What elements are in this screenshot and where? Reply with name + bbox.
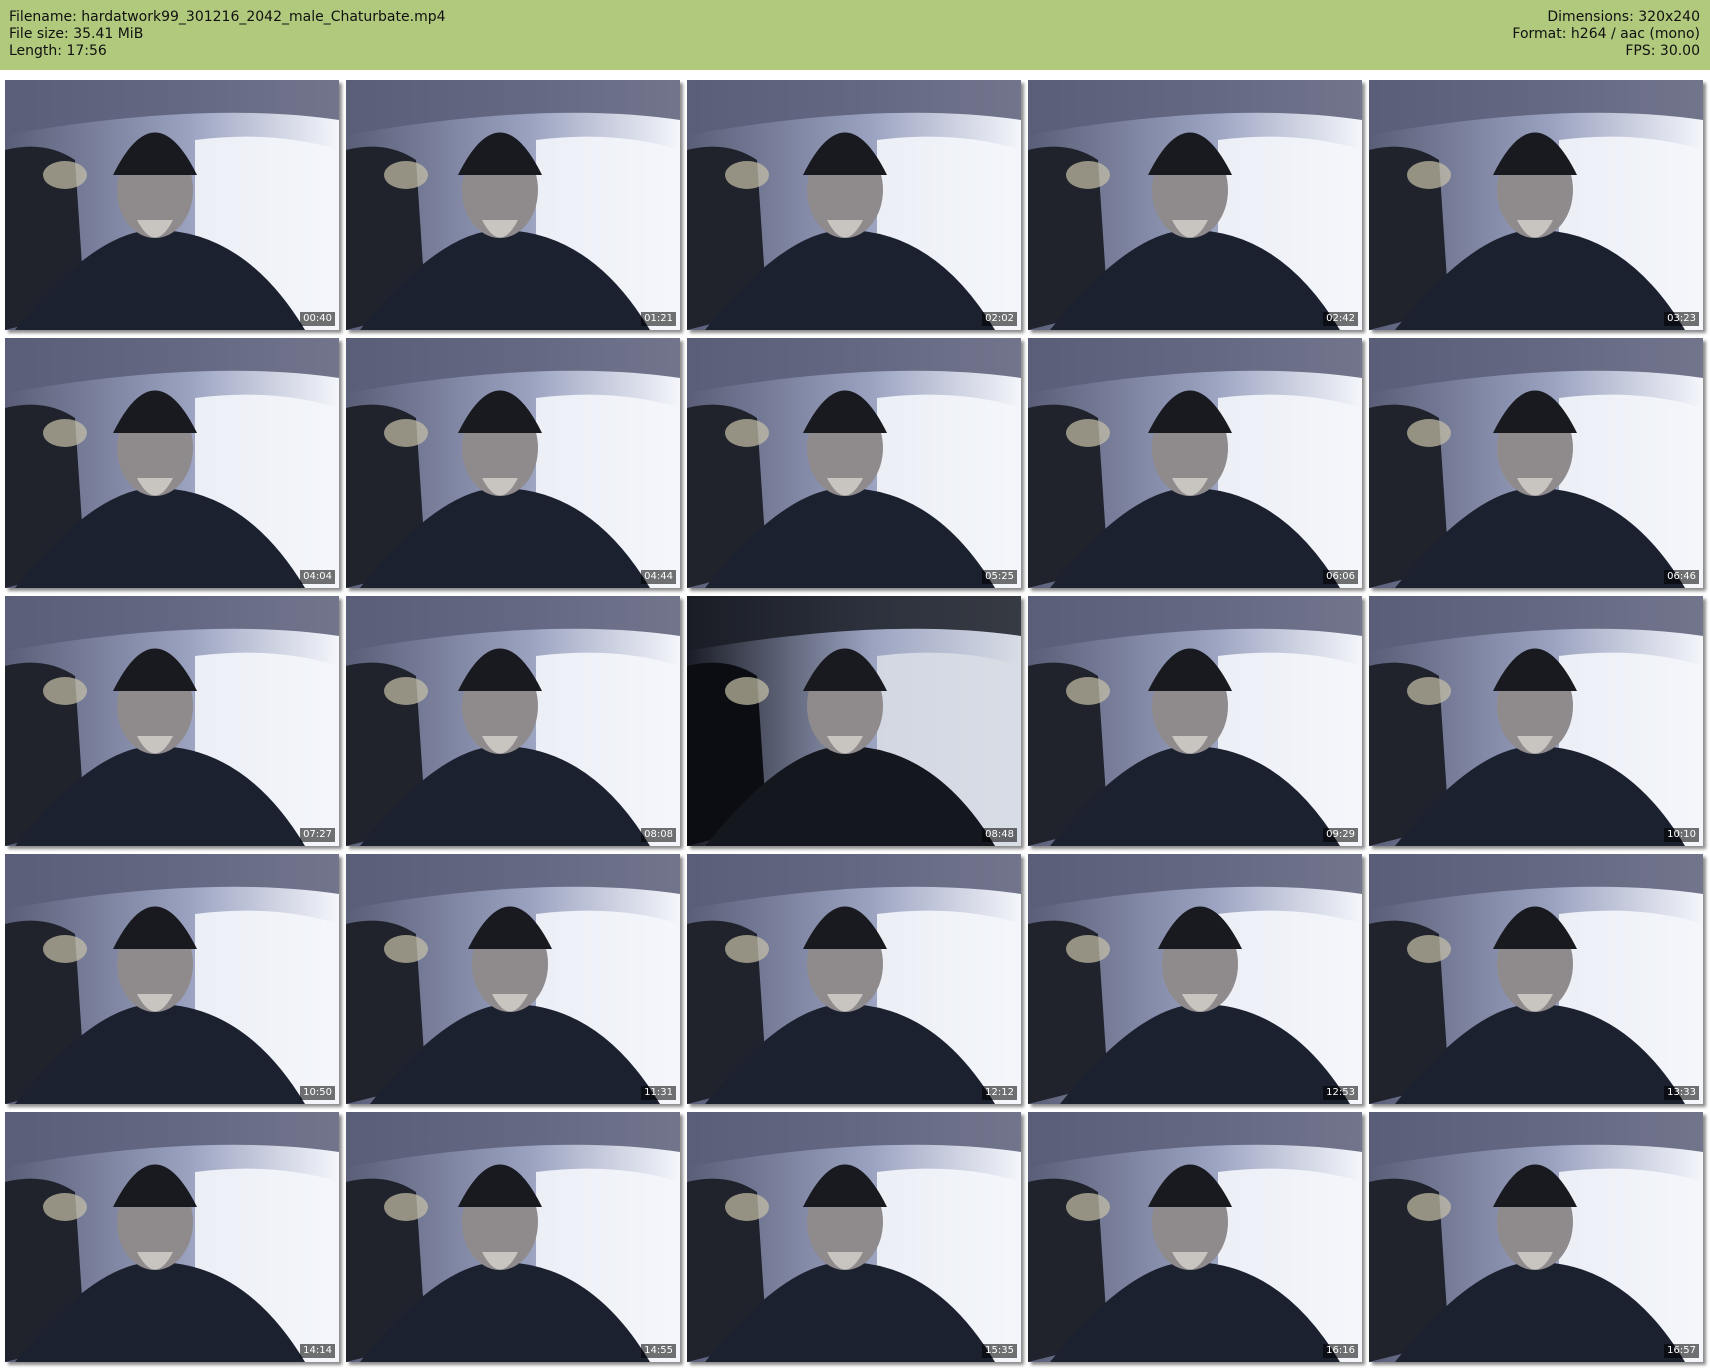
thumbnail-image [1369, 338, 1703, 588]
format-text: Format: h264 / aac (mono) [1512, 26, 1700, 42]
thumbnail-image [1369, 1112, 1703, 1362]
dimensions-text: Dimensions: 320x240 [1547, 9, 1700, 25]
video-thumbnail: 10:10 [1369, 596, 1703, 846]
video-thumbnail: 16:57 [1369, 1112, 1703, 1362]
thumbnail-image [346, 1112, 680, 1362]
video-thumbnail: 12:53 [1028, 854, 1362, 1104]
file-meta-right: Dimensions: 320x240 Format: h264 / aac (… [1512, 9, 1700, 60]
filename-text: Filename: hardatwork99_301216_2042_male_… [9, 9, 446, 25]
video-thumbnail: 03:23 [1369, 80, 1703, 330]
thumbnail-image [1028, 1112, 1362, 1362]
video-thumbnail: 08:08 [346, 596, 680, 846]
video-thumbnail: 06:06 [1028, 338, 1362, 588]
thumbnail-image [687, 854, 1021, 1104]
thumbnail-image [5, 338, 339, 588]
timestamp-label: 09:29 [1323, 828, 1358, 842]
timestamp-label: 07:27 [300, 828, 335, 842]
timestamp-label: 03:23 [1664, 312, 1699, 326]
timestamp-label: 01:21 [641, 312, 676, 326]
length-text: Length: 17:56 [9, 43, 107, 59]
timestamp-label: 08:08 [641, 828, 676, 842]
video-thumbnail: 10:50 [5, 854, 339, 1104]
timestamp-label: 12:53 [1323, 1086, 1358, 1100]
video-thumbnail: 04:44 [346, 338, 680, 588]
timestamp-label: 04:04 [300, 570, 335, 584]
thumbnail-image [687, 80, 1021, 330]
info-header: Filename: hardatwork99_301216_2042_male_… [0, 0, 1710, 70]
timestamp-label: 02:42 [1323, 312, 1358, 326]
thumbnail-image [1369, 854, 1703, 1104]
video-thumbnail: 09:29 [1028, 596, 1362, 846]
video-thumbnail: 01:21 [346, 80, 680, 330]
timestamp-label: 04:44 [641, 570, 676, 584]
timestamp-label: 08:48 [982, 828, 1017, 842]
timestamp-label: 02:02 [982, 312, 1017, 326]
thumbnail-image [346, 80, 680, 330]
video-thumbnail: 14:14 [5, 1112, 339, 1362]
timestamp-label: 06:06 [1323, 570, 1358, 584]
video-thumbnail: 02:42 [1028, 80, 1362, 330]
thumbnail-image [5, 80, 339, 330]
file-meta-left: Filename: hardatwork99_301216_2042_male_… [9, 9, 446, 60]
thumbnail-image [346, 596, 680, 846]
thumbnail-image [5, 596, 339, 846]
video-thumbnail: 16:16 [1028, 1112, 1362, 1362]
timestamp-label: 16:16 [1323, 1344, 1358, 1358]
thumbnail-image [346, 338, 680, 588]
timestamp-label: 00:40 [300, 312, 335, 326]
timestamp-label: 10:10 [1664, 828, 1699, 842]
thumbnail-image [687, 1112, 1021, 1362]
video-thumbnail: 02:02 [687, 80, 1021, 330]
timestamp-label: 14:55 [641, 1344, 676, 1358]
thumbnail-image [5, 854, 339, 1104]
video-thumbnail: 13:33 [1369, 854, 1703, 1104]
video-thumbnail: 08:48 [687, 596, 1021, 846]
video-thumbnail: 11:31 [346, 854, 680, 1104]
thumbnail-image [687, 596, 1021, 846]
timestamp-label: 14:14 [300, 1344, 335, 1358]
video-thumbnail: 04:04 [5, 338, 339, 588]
timestamp-label: 06:46 [1664, 570, 1699, 584]
video-thumbnail: 07:27 [5, 596, 339, 846]
video-thumbnail: 06:46 [1369, 338, 1703, 588]
filesize-text: File size: 35.41 MiB [9, 26, 144, 42]
timestamp-label: 15:35 [982, 1344, 1017, 1358]
thumbnail-image [346, 854, 680, 1104]
video-thumbnail: 00:40 [5, 80, 339, 330]
thumbnail-grid: 00:40 01:21 02:02 02:42 03:23 04:04 04:44 05:25… [5, 80, 1703, 1362]
video-thumbnail: 15:35 [687, 1112, 1021, 1362]
thumbnail-image [1369, 80, 1703, 330]
thumbnail-image [1028, 854, 1362, 1104]
video-thumbnail: 12:12 [687, 854, 1021, 1104]
thumbnail-image [1028, 596, 1362, 846]
timestamp-label: 16:57 [1664, 1344, 1699, 1358]
timestamp-label: 13:33 [1664, 1086, 1699, 1100]
thumbnail-image [1369, 596, 1703, 846]
video-thumbnail: 05:25 [687, 338, 1021, 588]
fps-text: FPS: 30.00 [1625, 43, 1700, 59]
timestamp-label: 11:31 [641, 1086, 676, 1100]
thumbnail-image [1028, 80, 1362, 330]
video-thumbnail: 14:55 [346, 1112, 680, 1362]
timestamp-label: 10:50 [300, 1086, 335, 1100]
timestamp-label: 12:12 [982, 1086, 1017, 1100]
thumbnail-image [5, 1112, 339, 1362]
thumbnail-image [1028, 338, 1362, 588]
thumbnail-image [687, 338, 1021, 588]
timestamp-label: 05:25 [982, 570, 1017, 584]
